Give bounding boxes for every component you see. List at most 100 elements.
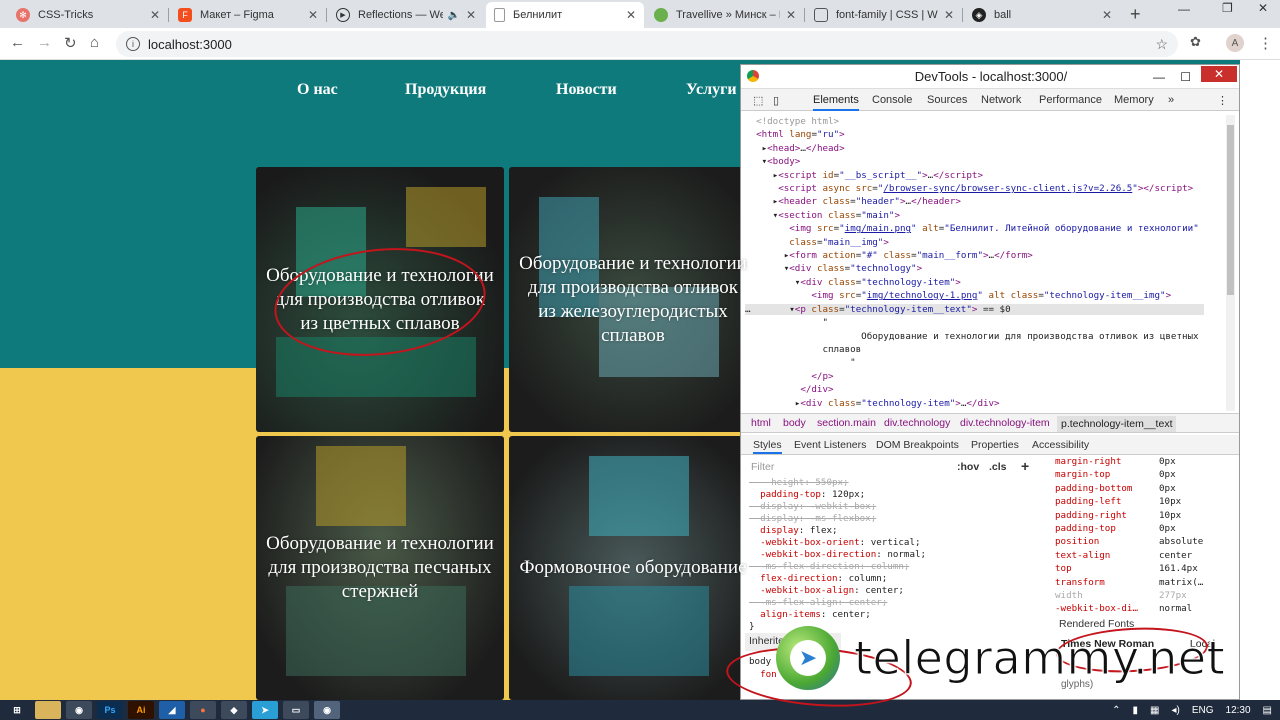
inspect-element-icon[interactable]: ⬚ xyxy=(753,94,763,107)
breadcrumb-item[interactable]: body xyxy=(783,417,806,429)
tab-event-listeners[interactable]: Event Listeners xyxy=(794,439,866,451)
computed-row[interactable]: padding-bottom 0px xyxy=(1055,482,1231,495)
add-rule-icon[interactable]: + xyxy=(1021,458,1029,474)
browser-tab[interactable]: ✻ CSS-Tricks ✕ xyxy=(8,2,168,28)
close-tab-icon[interactable]: ✕ xyxy=(626,8,636,22)
breadcrumb-item[interactable]: div.technology xyxy=(884,417,950,429)
browser-tab[interactable]: ◈ ball ✕ xyxy=(964,2,1120,28)
notifications-icon[interactable]: ▤ xyxy=(1263,705,1272,716)
close-devtools-button[interactable]: ✕ xyxy=(1201,66,1237,82)
forward-arrow-icon[interactable]: → xyxy=(37,34,52,51)
start-button[interactable]: ⊞ xyxy=(4,701,30,719)
vscode-icon[interactable]: ◢ xyxy=(159,701,185,719)
tab-properties[interactable]: Properties xyxy=(971,439,1019,451)
language-indicator[interactable]: ENG xyxy=(1192,705,1214,716)
clock[interactable]: 12:30 xyxy=(1226,705,1251,716)
tab-console[interactable]: Console xyxy=(872,94,912,106)
tray-chevron-icon[interactable]: ⌃ xyxy=(1112,705,1120,716)
computed-row[interactable]: padding-left 10px xyxy=(1055,495,1231,508)
explorer-icon[interactable] xyxy=(35,701,61,719)
computed-row[interactable]: width 277px xyxy=(1055,589,1231,602)
remote-desktop-icon[interactable]: ▭ xyxy=(283,701,309,719)
chrome-taskbar-icon-active[interactable]: ◉ xyxy=(314,701,340,719)
tab-performance[interactable]: Performance xyxy=(1039,94,1102,106)
tab-sources[interactable]: Sources xyxy=(927,94,967,106)
devtools-menu-icon[interactable]: ⋮ xyxy=(1217,94,1228,107)
browser-tab[interactable]: font-family | CSS | Web✕ xyxy=(806,2,962,28)
illustrator-icon[interactable]: Ai xyxy=(128,701,154,719)
telegram-taskbar-icon[interactable]: ➤ xyxy=(252,701,278,719)
tab-network[interactable]: Network xyxy=(981,94,1021,106)
computed-row[interactable]: transform matrix(… xyxy=(1055,576,1231,589)
app-icon[interactable]: ◆ xyxy=(221,701,247,719)
chrome-taskbar-icon[interactable]: ◉ xyxy=(66,701,92,719)
nav-link-services[interactable]: Услуги xyxy=(686,81,737,99)
close-tab-icon[interactable]: ✕ xyxy=(150,8,160,22)
bookmark-star-icon[interactable]: ☆ xyxy=(1155,36,1168,53)
technology-tile[interactable]: Оборудование и технологии для производст… xyxy=(256,436,504,700)
styles-filter[interactable]: Filter :hov .cls + xyxy=(745,458,1037,476)
tab-accessibility[interactable]: Accessibility xyxy=(1032,439,1089,451)
minimize-devtools-button[interactable]: — xyxy=(1153,65,1165,89)
info-icon[interactable]: i xyxy=(126,37,140,51)
new-tab-button[interactable]: + xyxy=(1130,4,1141,25)
hover-state-toggle[interactable]: :hov xyxy=(957,461,979,473)
close-tab-icon[interactable]: ✕ xyxy=(786,8,796,22)
maximize-window-button[interactable]: ❐ xyxy=(1222,1,1233,15)
battery-icon[interactable]: ▮ xyxy=(1133,705,1139,716)
tab-memory[interactable]: Memory xyxy=(1114,94,1154,106)
network-icon[interactable]: ▦ xyxy=(1150,705,1159,716)
computed-row[interactable]: margin-right 0px xyxy=(1055,455,1231,468)
computed-row[interactable]: top 161.4px xyxy=(1055,562,1231,575)
profile-avatar[interactable]: A xyxy=(1226,34,1244,52)
device-toolbar-icon[interactable]: ▯ xyxy=(773,94,779,107)
nav-link-about[interactable]: О нас xyxy=(297,81,338,99)
close-tab-icon[interactable]: ✕ xyxy=(944,8,954,22)
nav-link-products[interactable]: Продукция xyxy=(405,81,486,99)
browser-tab[interactable]: F Макет – Figma ✕ xyxy=(170,2,326,28)
close-tab-icon[interactable]: ✕ xyxy=(308,8,318,22)
class-toggle[interactable]: .cls xyxy=(989,461,1007,473)
firefox-icon[interactable]: ● xyxy=(190,701,216,719)
speaker-icon[interactable]: 🔈 xyxy=(447,10,459,21)
browser-tab[interactable]: Travellive » Минск – Ри✕ xyxy=(646,2,804,28)
breadcrumb-item[interactable]: section.main xyxy=(817,417,876,429)
browser-tab[interactable]: ▶Reflections — We A🔈✕ xyxy=(328,2,484,28)
back-arrow-icon[interactable]: ← xyxy=(10,34,25,51)
css-rules[interactable]: height: 550px; padding-top: 120px; displ… xyxy=(749,477,1039,633)
breadcrumb-item[interactable]: div.technology-item xyxy=(960,417,1050,429)
menu-kebab-icon[interactable]: ⋮ xyxy=(1258,34,1273,52)
browser-tab-active[interactable]: Белнилит ✕ xyxy=(486,2,644,28)
reload-icon[interactable]: ↻ xyxy=(64,34,77,52)
volume-icon[interactable]: ◂) xyxy=(1171,705,1179,716)
photoshop-icon[interactable]: Ps xyxy=(97,701,123,719)
computed-row[interactable]: -webkit-box-di… normal xyxy=(1055,602,1231,615)
more-tabs-button[interactable]: » xyxy=(1168,94,1174,106)
breadcrumb-item[interactable]: html xyxy=(751,417,771,429)
computed-styles-list[interactable]: margin-right 0px margin-top 0px padding-bo… xyxy=(1055,455,1231,616)
filter-input[interactable]: Filter xyxy=(751,461,774,473)
tab-elements[interactable]: Elements xyxy=(813,94,859,111)
maximize-devtools-button[interactable]: ☐ xyxy=(1180,65,1191,89)
tab-styles[interactable]: Styles xyxy=(753,439,782,454)
minimize-window-button[interactable]: — xyxy=(1178,2,1190,16)
close-tab-icon[interactable]: ✕ xyxy=(1102,8,1112,22)
computed-row[interactable]: padding-right 10px xyxy=(1055,509,1231,522)
computed-row[interactable]: padding-top 0px xyxy=(1055,522,1231,535)
computed-row[interactable]: position absolute xyxy=(1055,535,1231,548)
technology-tile[interactable]: Формовочное оборудование xyxy=(509,436,757,700)
breadcrumb-item-current[interactable]: p.technology-item__text xyxy=(1057,416,1177,432)
close-window-button[interactable]: ✕ xyxy=(1258,1,1268,15)
nav-link-news[interactable]: Новости xyxy=(556,81,617,99)
tab-dom-breakpoints[interactable]: DOM Breakpoints xyxy=(876,439,959,451)
computed-row[interactable]: text-align center xyxy=(1055,549,1231,562)
close-tab-icon[interactable]: ✕ xyxy=(466,8,476,22)
extension-icon[interactable]: ✿ xyxy=(1190,34,1201,50)
dom-scrollbar[interactable] xyxy=(1226,115,1235,411)
home-icon[interactable]: ⌂ xyxy=(90,34,99,51)
url-text[interactable]: localhost:3000 xyxy=(148,37,232,52)
address-bar[interactable]: i localhost:3000 ☆ xyxy=(116,31,1178,57)
dom-tree[interactable]: <!doctype html> <html lang="ru"> ▸<head>… xyxy=(745,115,1223,411)
technology-tile[interactable]: Оборудование и технологии для производст… xyxy=(509,167,757,432)
computed-row[interactable]: margin-top 0px xyxy=(1055,468,1231,481)
